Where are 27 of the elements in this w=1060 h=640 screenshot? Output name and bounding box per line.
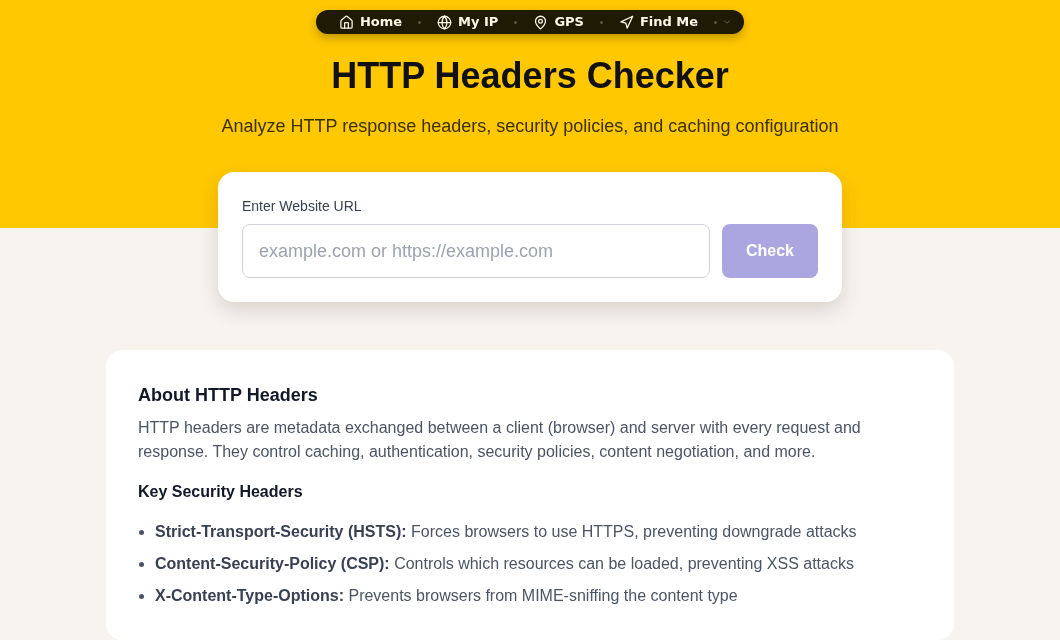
home-icon [338,14,354,30]
field-label: Enter Website URL [242,197,363,216]
subsection-heading: Key Security Headers [138,482,304,502]
navigation-arrow-icon [618,14,634,30]
list-item-text: Content-Security-Policy (CSP): Controls which resources can be loaded, preventing XSS attacks [155,554,854,574]
map-pin-icon [533,14,549,30]
list-item-text: X-Content-Type-Options: Prevents browsers from MIME-sniffing the content type [155,586,738,606]
separator-dot-icon [599,20,603,24]
bullet-icon [139,529,144,535]
page-subtitle: Analyze HTTP response headers, security policies, and caching configuration [221,115,839,138]
nav-link[interactable]: GPS [533,14,584,30]
url-input-field[interactable]: example.com or https://example.com [242,224,710,278]
section-heading: About HTTP Headers [138,384,319,407]
globe-icon [437,14,453,30]
bullet-icon [139,561,144,567]
separator-dot-icon [418,20,422,24]
separator-dot-icon [514,20,518,24]
chevron-down-icon [722,17,733,27]
nav-link[interactable]: Find Me [618,14,699,30]
nav-link[interactable]: My IP [437,14,499,30]
description-paragraph: HTTP headers are metadata exchanged between a client (browser) and server with every request and response. They control caching, authentication, security policies, content negotiation, and more. [138,418,862,462]
separator-dot-icon [714,20,718,24]
nav-link[interactable]: Home [338,14,403,30]
list-item-text: Strict-Transport-Security (HSTS): Forces browsers to use HTTPS, preventing downgrade attacks [155,522,857,542]
more-dropdown-button[interactable] [722,17,733,27]
page-title: HTTP Headers Checker [331,54,729,98]
bullet-icon [139,593,144,599]
